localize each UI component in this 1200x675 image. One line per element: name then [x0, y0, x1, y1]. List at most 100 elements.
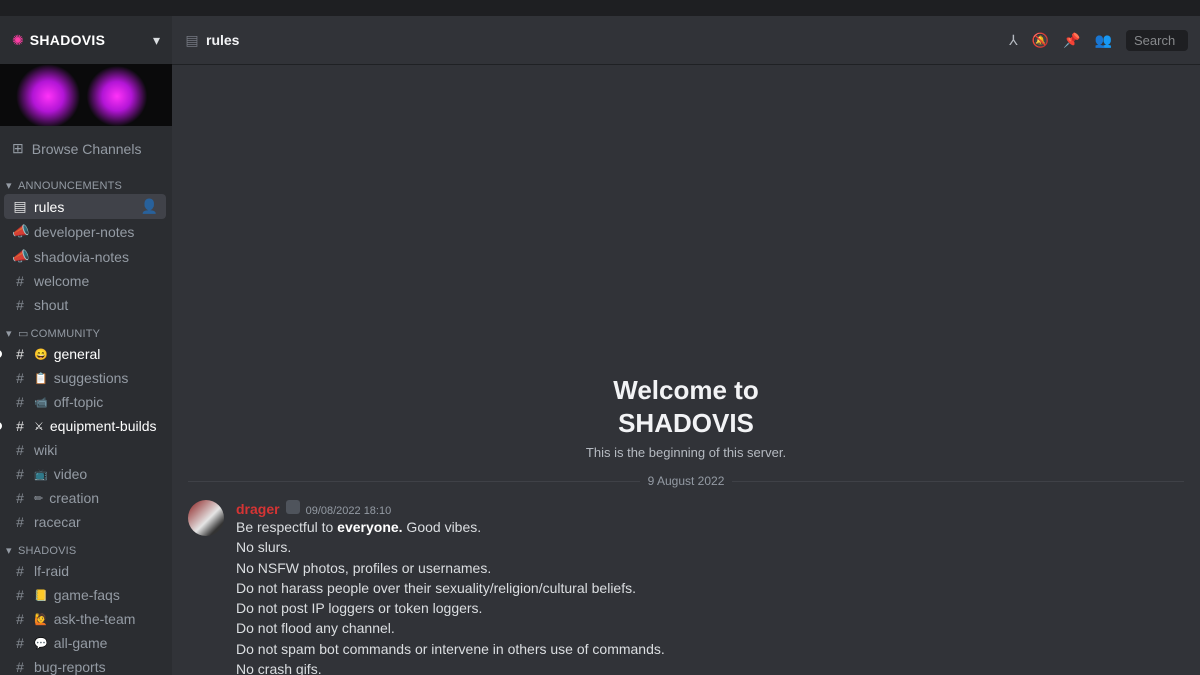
category-header[interactable]: ▾SHADOVIS: [4, 534, 166, 559]
rules-icon: ▤: [12, 198, 28, 215]
rule-line: No crash gifs.: [236, 659, 1184, 675]
channel-wiki[interactable]: # wiki: [4, 438, 166, 462]
hash-icon: #: [12, 466, 28, 482]
channel-emoji: ✏: [34, 492, 43, 505]
hash-icon: #: [12, 659, 28, 675]
hash-icon: #: [12, 418, 28, 434]
welcome-block: Welcome to SHADOVIS This is the beginnin…: [172, 64, 1200, 460]
mega-icon: 📣: [12, 248, 28, 265]
hash-icon: #: [12, 297, 28, 313]
channel-lf-raid[interactable]: # lf-raid: [4, 559, 166, 583]
channel-label: shadovia-notes: [34, 249, 129, 265]
category-header[interactable]: ▾ANNOUNCEMENTS: [4, 169, 166, 194]
channel-emoji: 😄: [34, 348, 48, 361]
browse-channels[interactable]: ⊞ Browse Channels: [4, 134, 166, 163]
channel-off-topic[interactable]: # 📹 off-topic: [4, 390, 166, 414]
members-icon[interactable]: 👥: [1095, 32, 1112, 49]
chevron-down-icon: ▾: [6, 327, 16, 340]
rule-line: Be respectful to everyone. Good vibes.: [236, 517, 1184, 537]
rule-line: Do not post IP loggers or token loggers.: [236, 598, 1184, 618]
timestamp: 09/08/2022 18:10: [306, 505, 392, 517]
date-divider: 9 August 2022: [188, 474, 1184, 488]
category-header[interactable]: ▾▭ COMMUNITY: [4, 317, 166, 342]
channel-label: creation: [49, 490, 99, 506]
channel-emoji: 💬: [34, 637, 48, 650]
channel-video[interactable]: # 📺 video: [4, 462, 166, 486]
unread-pip: [0, 350, 2, 358]
search-input[interactable]: Search: [1126, 30, 1188, 51]
message-content: Be respectful to everyone. Good vibes.No…: [236, 517, 1184, 675]
browse-label: Browse Channels: [32, 141, 142, 157]
channel-label: lf-raid: [34, 563, 69, 579]
message-head: drager 09/08/2022 18:10: [236, 500, 1184, 517]
channel-label: general: [54, 346, 101, 362]
channel-rules[interactable]: ▤ rules 👤: [4, 194, 166, 219]
message: drager 09/08/2022 18:10 Be respectful to…: [172, 492, 1200, 675]
message-scroll[interactable]: Welcome to SHADOVIS This is the beginnin…: [172, 64, 1200, 675]
channel-all-game[interactable]: # 💬 all-game: [4, 631, 166, 655]
server-header[interactable]: ✺ SHADOVIS ▾: [0, 16, 172, 64]
chevron-down-icon: ▾: [6, 179, 16, 192]
hash-icon: #: [12, 346, 28, 362]
channel-emoji: ⚔: [34, 420, 44, 433]
channel-label: all-game: [54, 635, 108, 651]
author[interactable]: drager: [236, 501, 280, 517]
person-icon: 👤: [141, 198, 158, 215]
channel-bug-reports[interactable]: # bug-reports: [4, 655, 166, 675]
channel-shout[interactable]: # shout: [4, 293, 166, 317]
category-label: SHADOVIS: [18, 545, 76, 557]
channel-label: wiki: [34, 442, 57, 458]
rules-icon: ▤: [184, 32, 200, 49]
channel-emoji: 📺: [34, 468, 48, 481]
app: ✺ SHADOVIS ▾ ⊞ Browse Channels ▾ANNOUNCE…: [0, 16, 1200, 675]
channel-label: suggestions: [54, 370, 129, 386]
server-banner: [0, 64, 172, 126]
channel-racecar[interactable]: # racecar: [4, 510, 166, 534]
channel-developer-notes[interactable]: 📣 developer-notes: [4, 219, 166, 244]
hash-icon: #: [12, 563, 28, 579]
channel-emoji: 📒: [34, 589, 48, 602]
channel-general[interactable]: # 😄 general: [4, 342, 166, 366]
author-badge: [286, 500, 300, 514]
channel-label: game-faqs: [54, 587, 120, 603]
channel-label: developer-notes: [34, 224, 134, 240]
rule-line: Do not spam bot commands or intervene in…: [236, 639, 1184, 659]
category-label: ANNOUNCEMENTS: [18, 180, 122, 192]
channel-suggestions[interactable]: # 📋 suggestions: [4, 366, 166, 390]
hash-icon: #: [12, 273, 28, 289]
avatar[interactable]: [188, 500, 224, 536]
sidebar: ✺ SHADOVIS ▾ ⊞ Browse Channels ▾ANNOUNCE…: [0, 16, 172, 675]
channel-header: ▤ rules ⅄ 🔕 📌 👥 Search: [172, 16, 1200, 64]
channel-game-faqs[interactable]: # 📒 game-faqs: [4, 583, 166, 607]
hash-icon: #: [12, 587, 28, 603]
mega-icon: 📣: [12, 223, 28, 240]
pin-icon[interactable]: 📌: [1063, 32, 1080, 49]
message-body: drager 09/08/2022 18:10 Be respectful to…: [236, 500, 1184, 675]
channel-emoji: 🙋: [34, 613, 48, 626]
threads-icon[interactable]: ⅄: [1009, 32, 1018, 49]
notifications-icon[interactable]: 🔕: [1032, 32, 1049, 49]
category-icon: ▭: [18, 327, 29, 340]
rule-line: Do not harass people over their sexualit…: [236, 578, 1184, 598]
unread-pip: [0, 422, 2, 430]
channel-welcome[interactable]: # welcome: [4, 269, 166, 293]
chevron-down-icon: ▾: [6, 544, 16, 557]
channel-shadovia-notes[interactable]: 📣 shadovia-notes: [4, 244, 166, 269]
chevron-down-icon: ▾: [153, 32, 160, 49]
channel-creation[interactable]: # ✏ creation: [4, 486, 166, 510]
channel-title: rules: [206, 32, 239, 48]
category-label: COMMUNITY: [31, 328, 101, 340]
main: ▤ rules ⅄ 🔕 📌 👥 Search Welcome to SHADOV…: [172, 16, 1200, 675]
channel-label: rules: [34, 199, 64, 215]
channel-label: video: [54, 466, 87, 482]
channel-equipment-builds[interactable]: # ⚔ equipment-builds: [4, 414, 166, 438]
rule-line: No slurs.: [236, 537, 1184, 557]
channel-label: off-topic: [54, 394, 104, 410]
hash-icon: #: [12, 514, 28, 530]
hash-icon: #: [12, 611, 28, 627]
channel-ask-the-team[interactable]: # 🙋 ask-the-team: [4, 607, 166, 631]
channel-emoji: 📹: [34, 396, 48, 409]
channel-label: racecar: [34, 514, 81, 530]
hash-icon: #: [12, 635, 28, 651]
rule-line: Do not flood any channel.: [236, 618, 1184, 638]
